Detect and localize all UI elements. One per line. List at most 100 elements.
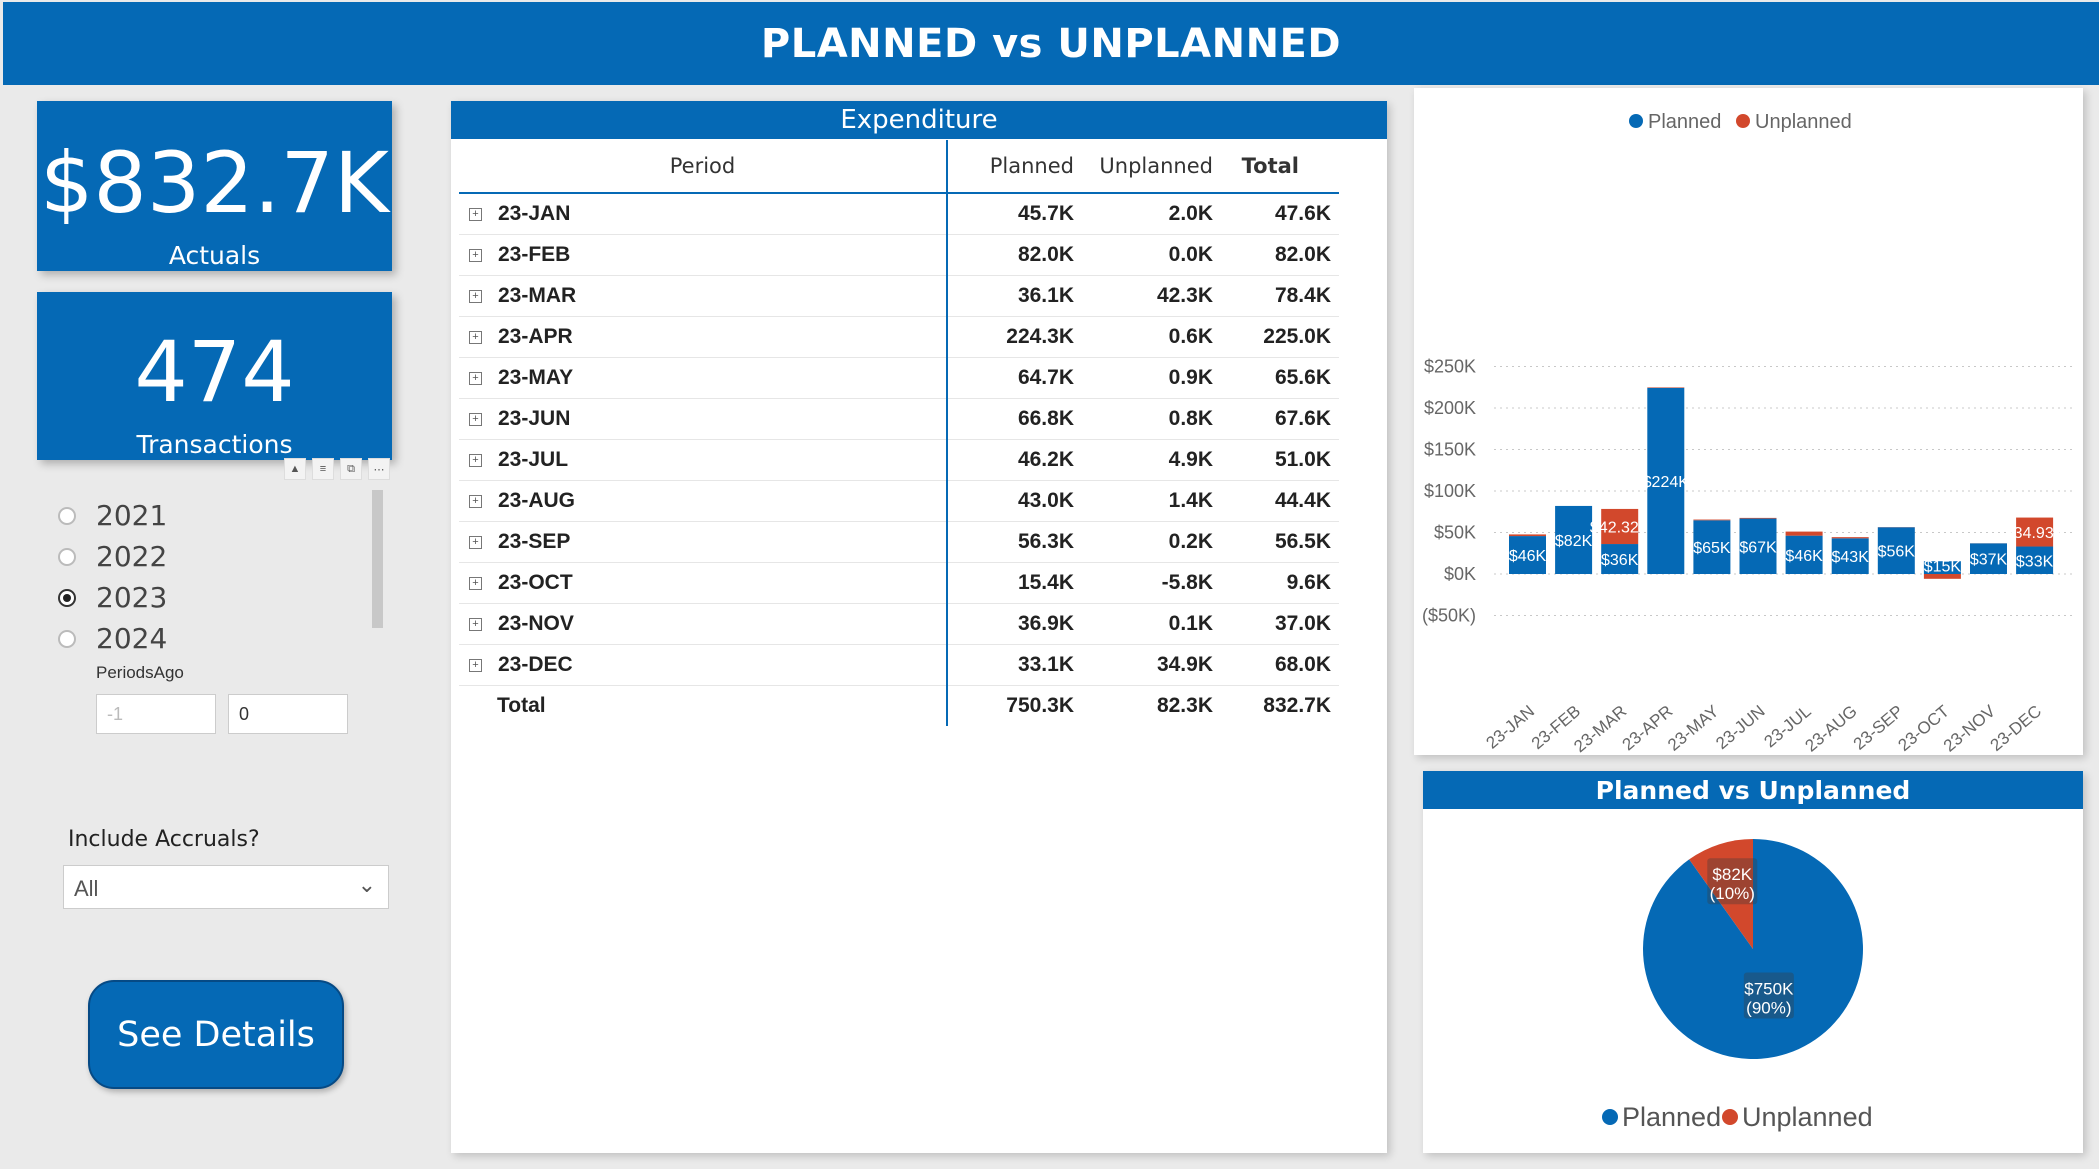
unplanned-bar xyxy=(1509,534,1546,537)
unplanned-bar xyxy=(1693,519,1731,521)
unplanned-data-label: $34.93K xyxy=(2005,525,2065,542)
total-cell: 37.0K xyxy=(1221,603,1339,645)
year-option[interactable]: 2022 xyxy=(58,536,167,577)
y-tick-label: $200K xyxy=(1424,398,1476,418)
table-row[interactable]: +23-AUG 43.0K 1.4K 44.4K xyxy=(459,480,1339,522)
expand-icon[interactable]: + xyxy=(469,371,482,385)
planned-cell: 224.3K xyxy=(947,316,1082,358)
expand-icon[interactable]: + xyxy=(469,617,482,631)
expand-icon[interactable]: + xyxy=(469,412,482,426)
expand-icon[interactable]: + xyxy=(469,453,482,467)
legend-dot xyxy=(1736,114,1750,128)
total-cell: 44.4K xyxy=(1221,480,1339,522)
see-details-button[interactable]: See Details xyxy=(88,980,344,1089)
more-options-icon[interactable]: ⋯ xyxy=(368,458,390,480)
unplanned-cell: 82.3K xyxy=(1156,694,1213,717)
expenditure-table: Period Planned Unplanned Total +23-JAN 45… xyxy=(459,140,1339,726)
expand-icon[interactable]: + xyxy=(469,494,482,508)
table-row[interactable]: +23-MAR 36.1K 42.3K 78.4K xyxy=(459,275,1339,317)
planned-data-label: $15K xyxy=(1924,559,1962,576)
planned-cell: 36.9K xyxy=(947,603,1082,645)
period-label: 23-APR xyxy=(498,325,573,348)
pie-chart: $750K(90%) $82K(10%) Planned Unplanned xyxy=(1602,839,1873,1132)
total-row[interactable]: Total 750.3K 82.3K 832.7K xyxy=(459,685,1339,726)
x-tick-label: 23-MAY xyxy=(1664,702,1722,755)
total-cell: 47.6K xyxy=(1221,193,1339,235)
periods-ago-max-input[interactable]: 0 xyxy=(228,694,348,734)
table-row[interactable]: +23-DEC 33.1K 34.9K 68.0K xyxy=(459,644,1339,686)
total-cell: 9.6K xyxy=(1221,562,1339,604)
accruals-dropdown[interactable]: All ⌄ xyxy=(63,865,389,909)
table-row[interactable]: +23-JUL 46.2K 4.9K 51.0K xyxy=(459,439,1339,481)
col-period[interactable]: Period xyxy=(459,140,948,194)
radio-button[interactable] xyxy=(58,629,76,648)
table-row[interactable]: +23-JAN 45.7K 2.0K 47.6K xyxy=(459,193,1339,235)
table-row[interactable]: +23-NOV 36.9K 0.1K 37.0K xyxy=(459,603,1339,645)
total-cell: 51.0K xyxy=(1221,439,1339,481)
period-label: 23-JUN xyxy=(498,407,571,430)
unplanned-cell: 1.4K xyxy=(1082,480,1221,522)
expand-icon[interactable]: + xyxy=(469,535,482,549)
expand-icon[interactable]: + xyxy=(469,289,482,303)
planned-data-label: $37K xyxy=(1970,552,2008,569)
slicer-scrollbar[interactable] xyxy=(372,490,383,628)
expand-icon[interactable]: + xyxy=(469,576,482,590)
planned-data-label: $56K xyxy=(1878,544,1916,561)
legend-label: Unplanned xyxy=(1742,1102,1873,1132)
actuals-label: Actuals xyxy=(168,241,261,270)
y-tick-label: $50K xyxy=(1434,523,1476,543)
table-row[interactable]: +23-SEP 56.3K 0.2K 56.5K xyxy=(459,521,1339,563)
radio-button[interactable] xyxy=(58,547,76,566)
period-cell: Total xyxy=(459,685,948,726)
expand-icon[interactable]: + xyxy=(469,330,482,344)
unplanned-cell: 34.9K xyxy=(1082,644,1221,686)
planned-cell: 45.7K xyxy=(947,193,1082,235)
planned-data-label: $43K xyxy=(1832,549,1870,566)
total-cell: 56.5K xyxy=(1221,521,1339,563)
planned-cell: 82.0K xyxy=(947,234,1082,276)
slice-value-label: $750K xyxy=(1744,980,1794,999)
radio-button[interactable] xyxy=(58,506,76,525)
unplanned-cell: 4.9K xyxy=(1082,439,1221,481)
expand-icon[interactable]: + xyxy=(469,207,482,221)
table-row[interactable]: +23-FEB 82.0K 0.0K 82.0K xyxy=(459,234,1339,276)
expand-icon[interactable]: + xyxy=(469,658,482,672)
period-cell: +23-MAY xyxy=(459,357,948,399)
year-option[interactable]: 2024 xyxy=(58,618,167,659)
total-cell: 82.0K xyxy=(1221,234,1339,276)
pin-icon[interactable]: ▲ xyxy=(284,458,306,480)
planned-data-label: $36K xyxy=(1601,552,1639,569)
col-total[interactable]: Total xyxy=(1221,140,1339,194)
year-option[interactable]: 2021 xyxy=(58,495,167,536)
y-tick-label: $250K xyxy=(1424,357,1476,377)
y-tick-label: $150K xyxy=(1424,440,1476,460)
x-tick-label: 23-DEC xyxy=(1987,702,2046,755)
planned-data-label: $46K xyxy=(1509,548,1547,565)
unplanned-cell: 42.3K xyxy=(1082,275,1221,317)
table-row[interactable]: +23-JUN 66.8K 0.8K 67.6K xyxy=(459,398,1339,440)
year-option[interactable]: 2023 xyxy=(58,577,167,618)
col-unplanned[interactable]: Unplanned xyxy=(1082,140,1221,194)
unplanned-bar xyxy=(1739,517,1777,519)
table-row[interactable]: +23-MAY 64.7K 0.9K 65.6K xyxy=(459,357,1339,399)
table-row[interactable]: +23-APR 224.3K 0.6K 225.0K xyxy=(459,316,1339,358)
expand-icon[interactable]: + xyxy=(469,248,482,262)
unplanned-cell: 0.0K xyxy=(1082,234,1221,276)
col-planned[interactable]: Planned xyxy=(947,140,1082,194)
period-cell: +23-NOV xyxy=(459,603,948,645)
filter-icon[interactable]: ≡ xyxy=(312,458,334,480)
table-row[interactable]: +23-OCT 15.4K -5.8K 9.6K xyxy=(459,562,1339,604)
x-tick-label: 23-MAR xyxy=(1570,702,1630,755)
total-cell: 68.0K xyxy=(1221,644,1339,686)
legend-label: Unplanned xyxy=(1755,111,1852,133)
focus-mode-icon[interactable]: ⧉ xyxy=(340,458,362,480)
y-tick-label: ($50K) xyxy=(1422,606,1476,626)
period-label: Total xyxy=(497,694,546,717)
periods-ago-min-input[interactable]: -1 xyxy=(96,694,216,734)
radio-button[interactable] xyxy=(58,588,76,607)
legend-label: Planned xyxy=(1622,1102,1721,1132)
accruals-label: Include Accruals? xyxy=(68,827,260,852)
slice-percent-label: (90%) xyxy=(1746,999,1791,1018)
unplanned-cell: -5.8K xyxy=(1082,562,1221,604)
x-tick-label: 23-JAN xyxy=(1482,702,1538,753)
